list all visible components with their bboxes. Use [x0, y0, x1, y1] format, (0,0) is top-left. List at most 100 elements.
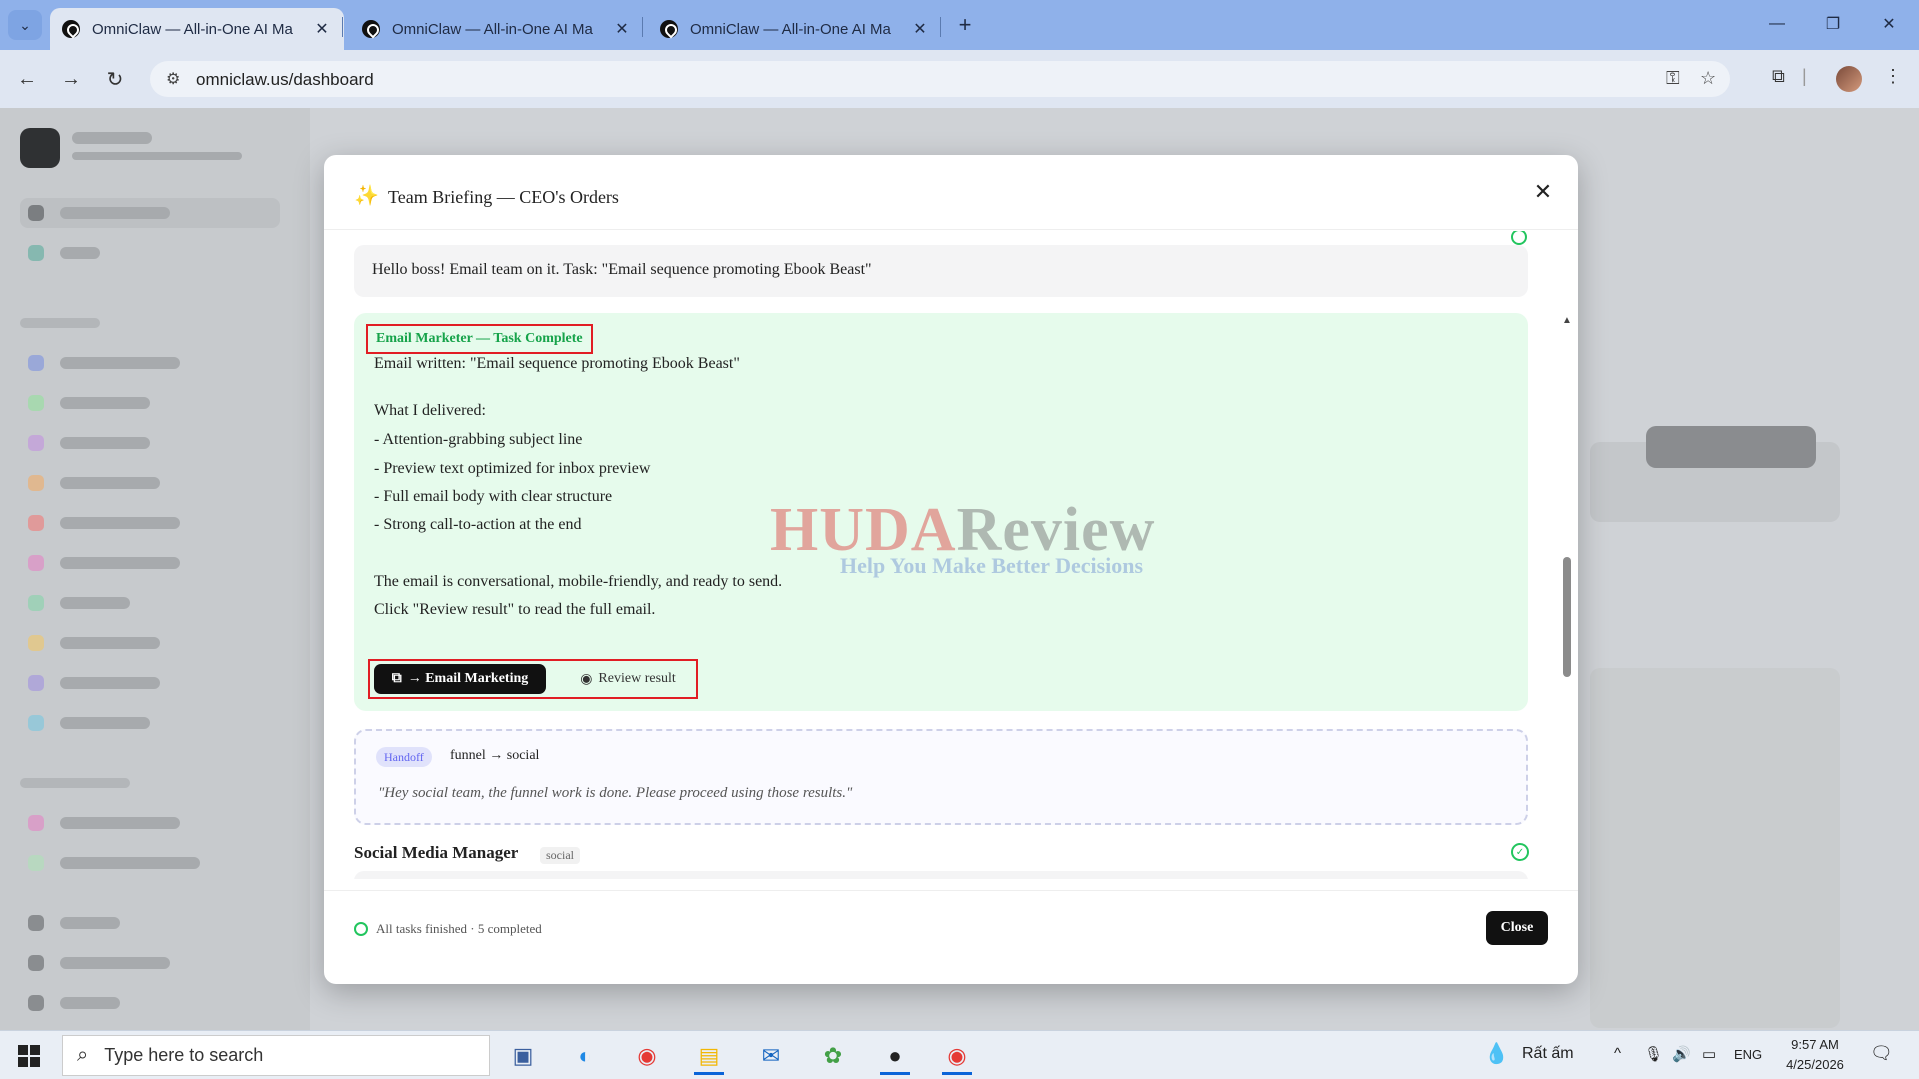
search-icon: ⌕	[77, 1044, 89, 1066]
open-email-marketing-button[interactable]: ⧉ → Email Marketing	[374, 664, 546, 694]
boss-message: Hello boss! Email team on it. Task: "Ema…	[354, 245, 1528, 297]
result-line: - Strong call-to-action at the end	[374, 516, 582, 533]
browser-tab-3[interactable]: OmniClaw — All-in-One AI Ma ✕	[648, 8, 942, 50]
external-link-icon: ⧉	[391, 671, 402, 686]
site-settings-icon[interactable]: ⚙	[166, 69, 180, 89]
modal-footer: All tasks finished · 5 completed Close	[324, 890, 1578, 984]
next-message-bubble	[354, 871, 1528, 879]
task-result-card: Email Marketer — Task Complete Email wri…	[354, 313, 1528, 711]
browser-tab-1[interactable]: OmniClaw — All-in-One AI Ma ✕	[50, 8, 344, 50]
extensions-icon[interactable]: ⧉	[1772, 66, 1785, 87]
sparkles-icon: ✨	[354, 185, 379, 207]
file-explorer-icon[interactable]: ▤	[686, 1037, 732, 1075]
sidebar-bar	[72, 132, 152, 144]
sidebar-item[interactable]	[20, 238, 280, 268]
sidebar-item[interactable]	[20, 668, 280, 698]
forward-arrow-icon[interactable]: →	[56, 64, 86, 94]
language-indicator[interactable]: ENG	[1734, 1047, 1762, 1062]
tray-chevron-up-icon[interactable]: ^	[1614, 1045, 1621, 1062]
weather-text[interactable]: Rất ấm	[1522, 1045, 1574, 1063]
result-line: - Attention-grabbing subject line	[374, 431, 583, 448]
chrome-profile-app-icon[interactable]: ◉	[934, 1037, 980, 1075]
address-bar[interactable]: ⚙ omniclaw.us/dashboard ⚿ ☆	[150, 61, 1730, 97]
store-app-icon[interactable]: ▣	[500, 1037, 546, 1075]
tab-separator	[642, 17, 643, 37]
all-done-check-icon	[354, 922, 368, 936]
sidebar-item[interactable]	[20, 988, 280, 1018]
sidebar-item[interactable]	[20, 468, 280, 498]
close-tab-icon[interactable]: ✕	[612, 19, 632, 39]
result-line: Email written: "Email sequence promoting…	[374, 355, 740, 372]
bookmark-star-icon[interactable]: ☆	[1700, 68, 1716, 89]
background-button	[1646, 426, 1816, 468]
scrollbar-thumb[interactable]	[1563, 557, 1571, 677]
complete-check-icon	[1511, 231, 1527, 245]
scroll-up-arrow-icon[interactable]: ▲	[1562, 315, 1572, 326]
modal-close-icon[interactable]: ✕	[1528, 177, 1558, 207]
windows-start-icon[interactable]	[18, 1045, 40, 1067]
sidebar-item[interactable]	[20, 848, 280, 878]
taskbar-search-box[interactable]: ⌕ Type here to search	[62, 1035, 490, 1076]
omniclaw-favicon-icon	[62, 20, 80, 38]
volume-icon[interactable]: 🔊	[1672, 1045, 1691, 1063]
sidebar-item[interactable]	[20, 348, 280, 378]
result-line: Click "Review result" to read the full e…	[374, 601, 656, 618]
profile-avatar[interactable]	[1836, 66, 1862, 92]
social-media-manager-title: Social Media Manager	[354, 843, 519, 862]
omniclaw-favicon-icon	[362, 20, 380, 38]
taskbar-search-placeholder: Type here to search	[104, 1045, 264, 1065]
tab-search-button[interactable]: ⌄	[8, 10, 42, 40]
sidebar-item[interactable]	[20, 508, 280, 538]
reload-icon[interactable]: ↻	[100, 64, 130, 94]
sidebar-item[interactable]	[20, 908, 280, 938]
result-line: - Full email body with clear structure	[374, 488, 613, 505]
sidebar-item[interactable]	[20, 428, 280, 458]
chat-app-icon[interactable]: ✿	[810, 1037, 856, 1075]
sidebar-item[interactable]	[20, 588, 280, 618]
tab-title: OmniClaw — All-in-One AI Ma	[92, 20, 293, 38]
sidebar-item[interactable]	[20, 948, 280, 978]
result-line: The email is conversational, mobile-frie…	[374, 573, 783, 590]
sidebar	[0, 108, 310, 1030]
result-line: What I delivered:	[374, 402, 486, 419]
handoff-card: Handoff funnel → social "Hey social team…	[354, 729, 1528, 825]
handoff-badge: Handoff	[376, 747, 432, 767]
minimize-button[interactable]: —	[1754, 8, 1800, 40]
modal-header: ✨ Team Briefing — CEO's Orders ✕	[324, 155, 1578, 230]
chrome-app-icon[interactable]: ◉	[624, 1037, 670, 1075]
review-result-button[interactable]: ◉ Review result	[566, 664, 690, 694]
omniclaw-favicon-icon	[660, 20, 678, 38]
handoff-route: funnel → social	[450, 748, 540, 763]
tab-separator	[940, 17, 941, 37]
notifications-icon[interactable]: 🗨	[1870, 1043, 1893, 1064]
back-arrow-icon[interactable]: ←	[12, 64, 42, 94]
browser-tab-2[interactable]: OmniClaw — All-in-One AI Ma ✕	[350, 8, 644, 50]
network-icon[interactable]: ▭	[1702, 1045, 1716, 1063]
password-key-icon[interactable]: ⚿	[1666, 68, 1680, 89]
taskbar-clock[interactable]: 9:57 AM 4/25/2026	[1780, 1035, 1850, 1075]
sidebar-item[interactable]	[20, 708, 280, 738]
address-url: omniclaw.us/dashboard	[196, 70, 374, 89]
new-tab-button[interactable]: +	[950, 10, 980, 40]
weather-icon[interactable]: 💧	[1484, 1041, 1509, 1066]
sidebar-item[interactable]	[20, 628, 280, 658]
result-line: - Preview text optimized for inbox previ…	[374, 460, 651, 477]
sidebar-item[interactable]	[20, 548, 280, 578]
obs-app-icon[interactable]: ●	[872, 1037, 918, 1075]
sidebar-item[interactable]	[20, 198, 280, 228]
close-button[interactable]: Close	[1486, 911, 1548, 945]
background-card	[1590, 668, 1840, 1028]
sidebar-item[interactable]	[20, 808, 280, 838]
close-tab-icon[interactable]: ✕	[910, 19, 930, 39]
mail-app-icon[interactable]: ✉	[748, 1037, 794, 1075]
app-logo	[20, 128, 60, 168]
close-tab-icon[interactable]: ✕	[312, 19, 332, 39]
clock-time: 9:57 AM	[1791, 1037, 1839, 1052]
microphone-icon[interactable]: 🎙	[1644, 1045, 1663, 1063]
browser-menu-icon[interactable]: ⋮	[1884, 66, 1902, 87]
edge-app-icon[interactable]: ◐	[562, 1037, 608, 1075]
window-close-button[interactable]: ✕	[1866, 8, 1912, 40]
social-tag: social	[540, 847, 580, 864]
sidebar-item[interactable]	[20, 388, 280, 418]
maximize-button[interactable]: ❐	[1810, 8, 1856, 40]
